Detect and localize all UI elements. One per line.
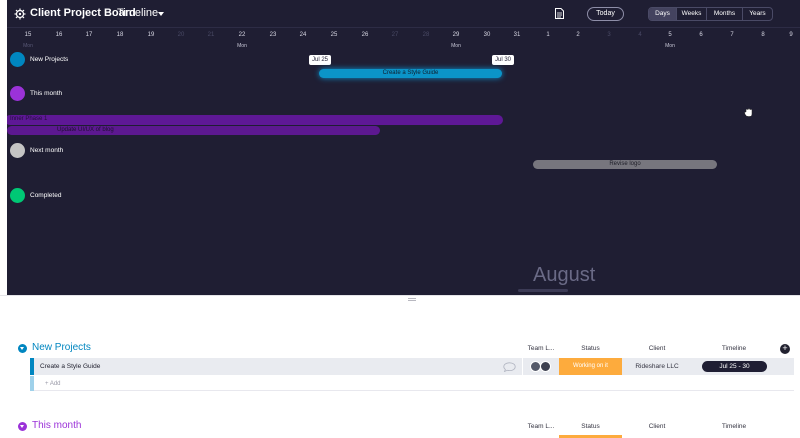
status-cell[interactable]: Working on it xyxy=(559,358,622,375)
group-title-this-month[interactable]: This month xyxy=(32,420,81,431)
timeline-view[interactable]: Client Project Board Timeline Today Days… xyxy=(7,0,800,295)
column-header-client[interactable]: Client xyxy=(624,423,690,430)
group-label-completed: Completed xyxy=(30,192,62,199)
pane-splitter[interactable] xyxy=(0,295,800,303)
date-label: 28 xyxy=(422,32,430,38)
date-label: 9 xyxy=(789,32,793,38)
date-label: 8 xyxy=(761,32,765,38)
add-item-row[interactable] xyxy=(30,376,794,391)
group-color-dot xyxy=(10,52,25,67)
column-header-client[interactable]: Client xyxy=(624,345,690,352)
timeline-bar-update-ux[interactable]: Update UI/UX of blog xyxy=(7,126,380,135)
date-label: 31 xyxy=(513,32,521,38)
drag-handle-icon[interactable] xyxy=(408,298,416,301)
date-label: 17 xyxy=(85,32,93,38)
date-label: 27 xyxy=(391,32,399,38)
timeline-header: Client Project Board Timeline Today Days… xyxy=(7,0,800,28)
date-label: 29 xyxy=(452,32,460,38)
column-header-status[interactable]: Status xyxy=(559,345,622,352)
date-label: 19 xyxy=(147,32,155,38)
date-label: 23 xyxy=(269,32,277,38)
group-color-dot xyxy=(10,188,25,203)
group-label-next-month: Next month xyxy=(30,147,64,154)
zoom-weeks-button[interactable]: Weeks xyxy=(677,8,707,20)
hand-cursor-icon xyxy=(744,108,753,117)
date-label: 26 xyxy=(361,32,369,38)
date-label: 30 xyxy=(483,32,491,38)
date-label: 2 xyxy=(576,32,580,38)
timeline-bar-style-guide[interactable]: Create a Style Guide xyxy=(319,69,502,78)
zoom-segmented-control: Days Weeks Months Years xyxy=(648,7,773,21)
date-label: 18 xyxy=(116,32,124,38)
date-label: 24 xyxy=(299,32,307,38)
view-selector[interactable]: Timeline xyxy=(117,7,158,19)
date-label: 15 xyxy=(24,32,32,38)
add-item-label[interactable]: + Add xyxy=(45,381,61,387)
board-table: New Projects Team L... Status Client Tim… xyxy=(0,303,800,438)
horizontal-scrollbar[interactable] xyxy=(518,289,568,292)
group-collapse-toggle[interactable] xyxy=(18,344,27,353)
app-window: Client Project Board Timeline Today Days… xyxy=(0,0,800,438)
date-label: 6 xyxy=(699,32,703,38)
date-label: 25 xyxy=(330,32,338,38)
group-label-new-projects: New Projects xyxy=(30,56,69,63)
end-date-tooltip: Jul 30 xyxy=(492,55,515,65)
zoom-months-button[interactable]: Months xyxy=(707,8,743,20)
cell-separator xyxy=(522,358,523,375)
weekday-label: Mon xyxy=(23,43,33,49)
date-label: 20 xyxy=(177,32,185,38)
weekday-label: Mon xyxy=(237,43,247,49)
timeline-bar-revise-logo[interactable]: Revise logo xyxy=(533,160,717,169)
chevron-down-icon[interactable] xyxy=(158,12,164,16)
column-header-status[interactable]: Status xyxy=(559,423,622,430)
group-color-dot xyxy=(10,86,25,101)
date-label: 1 xyxy=(546,32,550,38)
column-header-timeline[interactable]: Timeline xyxy=(700,423,768,430)
date-label: 22 xyxy=(238,32,246,38)
column-header-timeline[interactable]: Timeline xyxy=(700,345,768,352)
comment-bubble-icon[interactable] xyxy=(503,362,516,372)
column-header-team[interactable]: Team L... xyxy=(524,423,558,430)
date-label: 5 xyxy=(668,32,672,38)
group-collapse-toggle[interactable] xyxy=(18,422,27,431)
date-label: 21 xyxy=(207,32,215,38)
date-label: 4 xyxy=(638,32,642,38)
group-label-this-month: This month xyxy=(30,90,63,97)
item-name[interactable]: Create a Style Guide xyxy=(40,363,100,370)
zoom-days-button[interactable]: Days xyxy=(649,8,677,20)
date-label: 3 xyxy=(607,32,611,38)
row-color-stripe xyxy=(30,376,34,391)
column-header-team[interactable]: Team L... xyxy=(524,345,558,352)
add-column-button[interactable]: + xyxy=(780,344,790,354)
zoom-years-button[interactable]: Years xyxy=(743,8,772,20)
row-color-stripe xyxy=(30,358,34,375)
weekday-label: Mon xyxy=(665,43,675,49)
timeline-bar-phase[interactable]: Inner Phase 1 xyxy=(7,115,503,125)
weekday-label: Mon xyxy=(451,43,461,49)
start-date-tooltip: Jul 25 xyxy=(309,55,332,65)
gear-icon[interactable] xyxy=(14,8,26,20)
group-color-dot xyxy=(10,143,25,158)
today-button[interactable]: Today xyxy=(587,7,624,21)
date-label: 7 xyxy=(730,32,734,38)
date-label: 16 xyxy=(55,32,63,38)
client-cell[interactable]: Rideshare LLC xyxy=(624,363,690,370)
avatar[interactable] xyxy=(540,361,551,372)
export-document-icon[interactable] xyxy=(555,8,564,19)
group-title-new-projects[interactable]: New Projects xyxy=(32,342,91,353)
timeline-cell[interactable]: Jul 25 - 30 xyxy=(702,361,767,372)
month-watermark: August xyxy=(533,264,596,286)
